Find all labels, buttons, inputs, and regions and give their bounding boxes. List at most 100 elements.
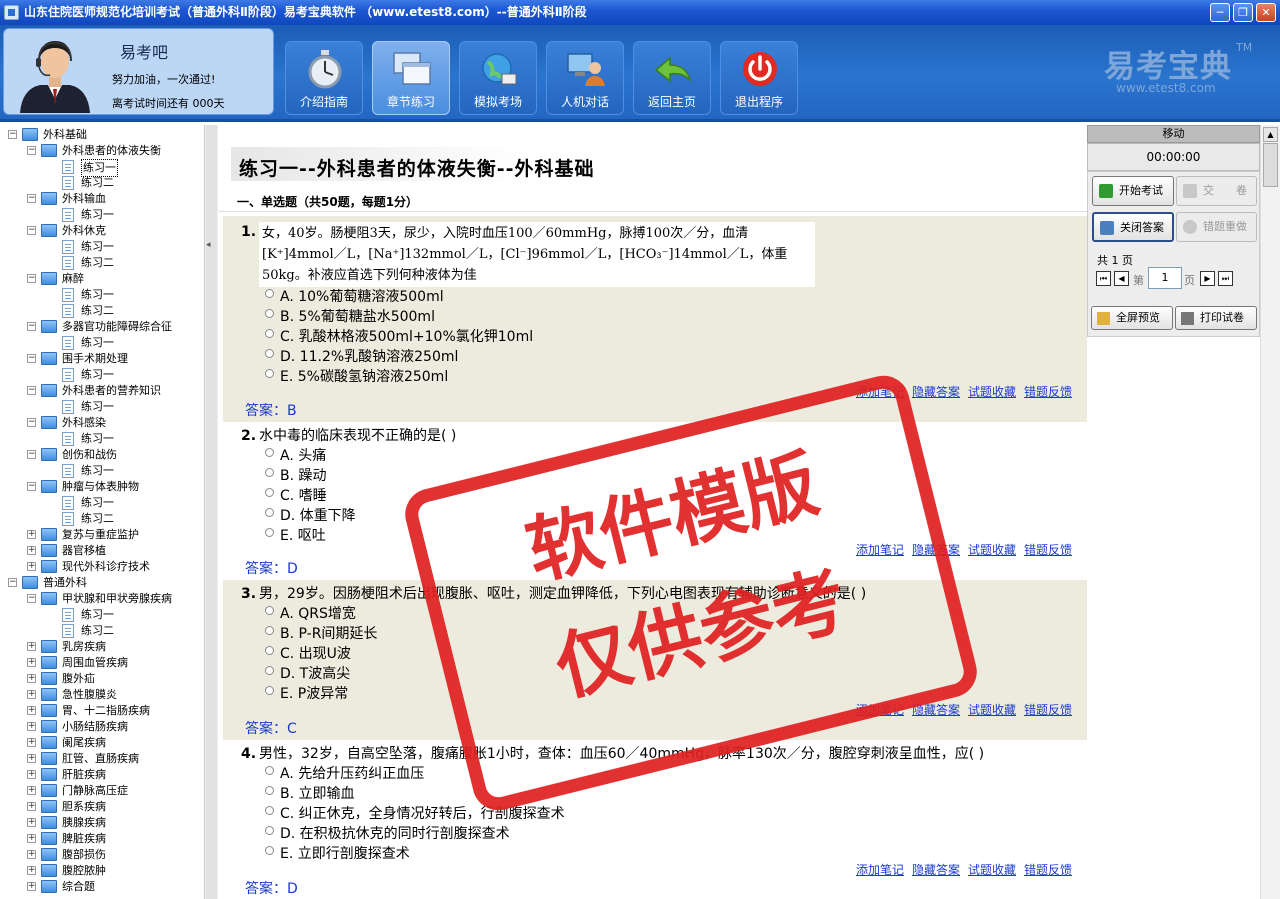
tree-folder-node[interactable]: − 麻醉 xyxy=(0,271,204,287)
radio-button[interactable] xyxy=(265,845,274,855)
expand-icon[interactable]: + xyxy=(27,562,36,571)
tree-exercise-node[interactable]: 练习一 xyxy=(0,239,204,255)
answer-option[interactable]: B. 5%葡萄糖盐水500ml xyxy=(265,307,435,327)
tree-exercise-node[interactable]: 练习一 xyxy=(0,367,204,383)
panel-splitter[interactable]: ◂ xyxy=(206,240,214,268)
tree-folder-node[interactable]: + 腹外疝 xyxy=(0,671,204,687)
radio-button[interactable] xyxy=(265,527,274,537)
expand-icon[interactable]: + xyxy=(27,738,36,747)
hide-answer-link[interactable]: 隐藏答案 xyxy=(912,385,960,399)
favorite-link[interactable]: 试题收藏 xyxy=(968,863,1016,877)
radio-button[interactable] xyxy=(265,487,274,497)
tree-folder-node[interactable]: − 外科感染 xyxy=(0,415,204,431)
scroll-up-button[interactable]: ▲ xyxy=(1263,127,1278,142)
radio-button[interactable] xyxy=(265,348,274,358)
hide-answer-link[interactable]: 隐藏答案 xyxy=(912,863,960,877)
radio-button[interactable] xyxy=(265,328,274,338)
expand-icon[interactable]: + xyxy=(27,546,36,555)
intro-guide-button[interactable]: 介绍指南 xyxy=(285,41,363,115)
collapse-icon[interactable]: − xyxy=(27,274,36,283)
expand-icon[interactable]: + xyxy=(27,674,36,683)
tree-folder-node[interactable]: + 复苏与重症监护 xyxy=(0,527,204,543)
radio-button[interactable] xyxy=(265,805,274,815)
collapse-icon[interactable]: − xyxy=(27,482,36,491)
collapse-icon[interactable]: − xyxy=(27,450,36,459)
close-answer-button[interactable]: 关闭答案 xyxy=(1092,212,1174,242)
radio-button[interactable] xyxy=(265,308,274,318)
tree-exercise-node[interactable]: 练习一 xyxy=(0,159,204,177)
expand-icon[interactable]: + xyxy=(27,850,36,859)
answer-option[interactable]: D. T波高尖 xyxy=(265,664,350,684)
start-exam-button[interactable]: 开始考试 xyxy=(1092,176,1174,206)
add-note-link[interactable]: 添加笔记 xyxy=(856,863,904,877)
answer-option[interactable]: D. 在积极抗休克的同时行剖腹探查术 xyxy=(265,824,510,844)
tree-folder-node[interactable]: − 外科输血 xyxy=(0,191,204,207)
tree-exercise-node[interactable]: 练习一 xyxy=(0,335,204,351)
answer-option[interactable]: C. 嗜睡 xyxy=(265,486,327,506)
answer-option[interactable]: E. P波异常 xyxy=(265,684,348,704)
tree-folder-node[interactable]: + 肛管、直肠疾病 xyxy=(0,751,204,767)
first-page-button[interactable]: ⏮ xyxy=(1096,271,1111,286)
prev-page-button[interactable]: ◀ xyxy=(1114,271,1129,286)
expand-icon[interactable]: + xyxy=(27,722,36,731)
radio-button[interactable] xyxy=(265,605,274,615)
tree-folder-node[interactable]: + 胆系疾病 xyxy=(0,799,204,815)
tree-folder-node[interactable]: + 乳房疾病 xyxy=(0,639,204,655)
radio-button[interactable] xyxy=(265,665,274,675)
radio-button[interactable] xyxy=(265,645,274,655)
tree-exercise-node[interactable]: 练习一 xyxy=(0,607,204,623)
collapse-icon[interactable]: − xyxy=(8,578,17,587)
expand-icon[interactable]: + xyxy=(27,818,36,827)
answer-option[interactable]: E. 呕吐 xyxy=(265,526,326,546)
tree-folder-node[interactable]: − 多器官功能障碍综合征 xyxy=(0,319,204,335)
tree-exercise-node[interactable]: 练习一 xyxy=(0,463,204,479)
collapse-icon[interactable]: − xyxy=(27,418,36,427)
tree-folder-node[interactable]: + 胃、十二指肠疾病 xyxy=(0,703,204,719)
tree-folder-node[interactable]: + 胰腺疾病 xyxy=(0,815,204,831)
exit-program-button[interactable]: 退出程序 xyxy=(720,41,798,115)
collapse-icon[interactable]: − xyxy=(27,146,36,155)
radio-button[interactable] xyxy=(265,447,274,457)
answer-option[interactable]: B. P-R间期延长 xyxy=(265,624,377,644)
tree-folder-node[interactable]: + 周围血管疾病 xyxy=(0,655,204,671)
answer-option[interactable]: A. 头痛 xyxy=(265,446,326,466)
return-home-button[interactable]: 返回主页 xyxy=(633,41,711,115)
tree-folder-node[interactable]: − 外科基础 xyxy=(0,127,204,143)
expand-icon[interactable]: + xyxy=(27,770,36,779)
collapse-icon[interactable]: − xyxy=(8,130,17,139)
answer-option[interactable]: A. 10%葡萄糖溶液500ml xyxy=(265,287,444,307)
collapse-icon[interactable]: − xyxy=(27,386,36,395)
radio-button[interactable] xyxy=(265,288,274,298)
tree-folder-node[interactable]: + 肝脏疾病 xyxy=(0,767,204,783)
answer-option[interactable]: B. 躁动 xyxy=(265,466,327,486)
favorite-link[interactable]: 试题收藏 xyxy=(968,543,1016,557)
expand-icon[interactable]: + xyxy=(27,786,36,795)
tree-exercise-node[interactable]: 练习一 xyxy=(0,495,204,511)
close-button[interactable]: ✕ xyxy=(1256,3,1276,22)
radio-button[interactable] xyxy=(265,625,274,635)
scroll-thumb[interactable] xyxy=(1263,143,1278,187)
error-feedback-link[interactable]: 错题反馈 xyxy=(1024,703,1072,717)
expand-icon[interactable]: + xyxy=(27,530,36,539)
answer-option[interactable]: D. 11.2%乳酸钠溶液250ml xyxy=(265,347,458,367)
radio-button[interactable] xyxy=(265,507,274,517)
man-machine-dialog-button[interactable]: 人机对话 xyxy=(546,41,624,115)
tree-exercise-node[interactable]: 练习一 xyxy=(0,287,204,303)
expand-icon[interactable]: + xyxy=(27,706,36,715)
expand-icon[interactable]: + xyxy=(27,690,36,699)
answer-option[interactable]: B. 立即输血 xyxy=(265,784,355,804)
tree-folder-node[interactable]: + 门静脉高压症 xyxy=(0,783,204,799)
tree-folder-node[interactable]: + 腹部损伤 xyxy=(0,847,204,863)
print-paper-button[interactable]: 打印试卷 xyxy=(1175,306,1257,330)
answer-option[interactable]: D. 体重下降 xyxy=(265,506,356,526)
favorite-link[interactable]: 试题收藏 xyxy=(968,385,1016,399)
tree-folder-node[interactable]: − 普通外科 xyxy=(0,575,204,591)
content-scrollbar[interactable]: ▲ xyxy=(1260,125,1280,899)
tree-exercise-node[interactable]: 练习一 xyxy=(0,207,204,223)
fullscreen-preview-button[interactable]: 全屏预览 xyxy=(1091,306,1173,330)
submit-exam-button[interactable]: 交 卷 xyxy=(1176,176,1257,206)
answer-option[interactable]: C. 出现U波 xyxy=(265,644,351,664)
tree-exercise-node[interactable]: 练习二 xyxy=(0,175,204,191)
answer-option[interactable]: A. QRS增宽 xyxy=(265,604,356,624)
tree-folder-node[interactable]: + 腹腔脓肿 xyxy=(0,863,204,879)
